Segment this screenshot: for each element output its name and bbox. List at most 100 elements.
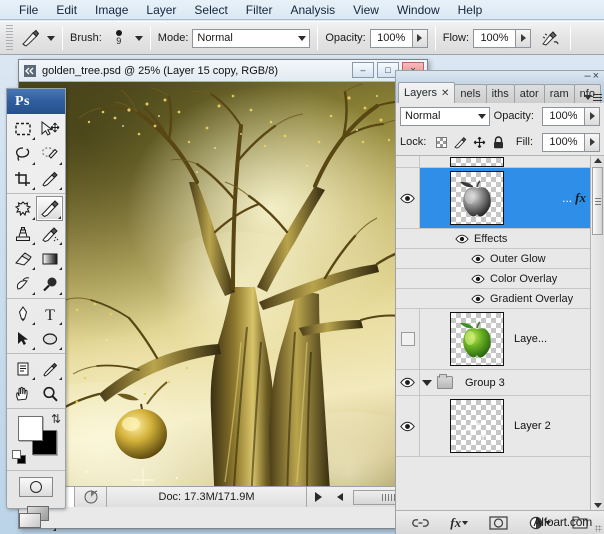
lock-transparency-icon[interactable] [435, 136, 448, 149]
swap-colors-icon[interactable]: ⇅ [51, 413, 61, 425]
layer-fx-indicator[interactable]: fx [575, 190, 590, 206]
lock-image-icon[interactable] [454, 136, 467, 149]
layer-thumbnail[interactable] [450, 399, 504, 453]
table-row[interactable] [396, 156, 590, 168]
scrollbar-thumb[interactable] [592, 167, 603, 235]
menu-item-window[interactable]: Window [388, 1, 449, 19]
quick-mask-toggle[interactable] [7, 470, 65, 501]
dodge-tool[interactable] [36, 271, 63, 296]
document-collapse-icon[interactable] [23, 64, 37, 78]
brush-preview[interactable]: 9 [106, 30, 132, 46]
opacity-slider-button[interactable] [413, 29, 428, 48]
flow-input[interactable]: 100% [473, 29, 516, 48]
ellipse-shape-tool[interactable] [36, 326, 63, 351]
close-icon[interactable]: ✕ [441, 88, 449, 99]
eyedropper-tool[interactable] [36, 166, 63, 191]
effect-item-color-overlay[interactable]: Color Overlay [396, 269, 590, 289]
scroll-up-arrow[interactable] [594, 158, 602, 163]
eye-icon[interactable] [470, 253, 485, 264]
layers-list[interactable]: ... fx Effects [396, 155, 604, 510]
gradient-tool[interactable] [36, 246, 63, 271]
flow-slider-button[interactable] [516, 29, 531, 48]
tab-histogram[interactable]: ram [544, 84, 575, 103]
panel-title-bar[interactable]: –× [396, 71, 604, 81]
menu-item-filter[interactable]: Filter [237, 1, 282, 19]
panel-menu-button[interactable] [584, 94, 602, 101]
minimize-button[interactable]: – [352, 62, 374, 78]
eye-icon[interactable] [454, 233, 469, 244]
layer-name[interactable]: Group 3 [453, 377, 590, 389]
effect-item-gradient-overlay[interactable]: Gradient Overlay [396, 289, 590, 309]
path-selection-tool[interactable] [9, 326, 36, 351]
layer-visibility-toggle[interactable] [396, 396, 420, 456]
link-layers-button[interactable] [412, 517, 429, 529]
clone-stamp-tool[interactable] [9, 221, 36, 246]
layer-visibility-toggle[interactable] [396, 309, 420, 369]
eyedropper-color-tool[interactable] [36, 356, 63, 381]
layer-effects-row[interactable]: Effects [396, 229, 590, 249]
layer-fill-input[interactable]: 100% [542, 133, 585, 152]
tab-paths[interactable]: iths [486, 84, 515, 103]
history-brush-tool[interactable] [36, 221, 63, 246]
layer-thumbnail[interactable] [450, 157, 504, 167]
layer-thumbnail[interactable] [450, 171, 504, 225]
layer-opacity-input[interactable]: 100% [542, 107, 585, 126]
layer-fill-slider-button[interactable] [585, 133, 600, 152]
layers-vertical-scrollbar[interactable] [590, 156, 604, 510]
tab-layers[interactable]: Layers ✕ [398, 82, 455, 103]
canvas-viewport[interactable]: 25% Doc: 17.3M/171.9M [19, 82, 427, 507]
blend-mode-select[interactable]: Normal [192, 29, 310, 48]
status-expand-arrow[interactable] [307, 487, 329, 507]
menu-item-file[interactable]: File [10, 1, 47, 19]
table-row[interactable]: Group 3 [396, 370, 590, 396]
pen-tool[interactable] [9, 301, 36, 326]
hscroll-left-button[interactable] [329, 487, 351, 507]
opacity-input[interactable]: 100% [370, 29, 413, 48]
eye-icon[interactable] [470, 273, 485, 284]
eraser-tool[interactable] [9, 246, 36, 271]
menu-item-analysis[interactable]: Analysis [281, 1, 344, 19]
brush-tool-icon[interactable] [18, 26, 44, 50]
brush-tool[interactable] [36, 196, 63, 221]
rectangular-marquee-tool[interactable] [9, 116, 36, 141]
zoom-tool[interactable] [36, 381, 63, 406]
foreground-color-swatch[interactable] [18, 416, 43, 441]
menu-item-view[interactable]: View [344, 1, 388, 19]
canvas-artwork[interactable] [19, 82, 427, 507]
menu-item-image[interactable]: Image [86, 1, 137, 19]
move-tool[interactable] [36, 116, 63, 141]
group-expand-arrow[interactable] [422, 380, 432, 386]
options-bar-grip[interactable] [6, 25, 13, 51]
effect-item-outer-glow[interactable]: Outer Glow [396, 249, 590, 269]
screen-mode-toggle[interactable] [7, 501, 65, 534]
lock-position-icon[interactable] [473, 136, 486, 149]
hand-tool[interactable] [9, 381, 36, 406]
menu-item-select[interactable]: Select [185, 1, 236, 19]
layer-style-button[interactable]: fx [450, 515, 468, 531]
resize-grip[interactable] [595, 525, 602, 532]
scroll-down-arrow[interactable] [594, 503, 602, 508]
type-tool[interactable]: T [36, 301, 63, 326]
notes-tool[interactable] [9, 356, 36, 381]
lock-all-icon[interactable] [492, 136, 505, 149]
layer-visibility-toggle[interactable] [396, 156, 420, 167]
preview-icon[interactable] [75, 487, 107, 507]
layer-blend-mode-select[interactable]: Normal [400, 107, 490, 126]
table-row[interactable]: ... fx [396, 168, 590, 229]
lasso-tool[interactable] [9, 141, 36, 166]
tab-channels[interactable]: nels [454, 84, 486, 103]
layer-visibility-toggle[interactable] [396, 370, 420, 395]
document-title-bar[interactable]: golden_tree.psd @ 25% (Layer 15 copy, RG… [19, 60, 427, 82]
menu-item-help[interactable]: Help [449, 1, 492, 19]
brush-preset-dropdown-arrow[interactable] [135, 36, 143, 41]
brush-tool-dropdown-arrow[interactable] [47, 36, 55, 41]
layer-name[interactable]: Laye... [508, 333, 590, 345]
airbrush-icon[interactable] [537, 26, 563, 50]
tab-navigator[interactable]: ator [514, 84, 545, 103]
table-row[interactable]: Layer 2 [396, 396, 590, 457]
healing-brush-tool[interactable] [9, 196, 36, 221]
menu-item-layer[interactable]: Layer [137, 1, 185, 19]
eye-icon[interactable] [470, 293, 485, 304]
layer-visibility-toggle[interactable] [396, 168, 420, 228]
layer-mask-button[interactable] [489, 516, 508, 530]
